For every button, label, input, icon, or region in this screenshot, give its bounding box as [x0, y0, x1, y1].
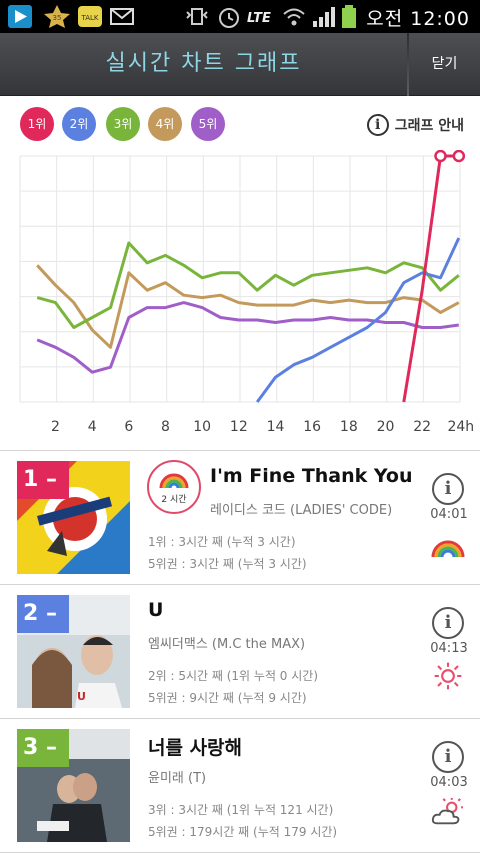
rank-1-marker [452, 150, 466, 163]
battery-icon [342, 5, 356, 28]
rank-chip-1[interactable]: 1위 [20, 107, 54, 141]
rank-chip-label: 5위 [198, 117, 218, 131]
vibrate-icon [186, 8, 208, 25]
x-tick-label: 2 [51, 419, 60, 435]
album-cover[interactable]: U 2 – [17, 595, 130, 708]
song-artist: 레이디스 코드 (LADIES' CODE) [210, 503, 393, 518]
song-stat-line-2: 5위권 : 9시간 째 (누적 9 시간) [148, 691, 307, 705]
x-tick-label: 4 [88, 419, 97, 435]
song-title: U [148, 599, 164, 621]
song-info-button[interactable]: i [432, 741, 464, 773]
close-button[interactable]: 닫기 [409, 33, 480, 96]
header-bar: 실시간 차트 그래프 닫기 [0, 33, 480, 96]
rank-chip-2[interactable]: 2위 [62, 107, 96, 141]
lte-label: LTE [247, 11, 271, 26]
page-title: 실시간 차트 그래프 [105, 51, 302, 76]
clock: 오전 12:00 [366, 8, 470, 30]
rank-line-chart: 2 4 6 8 10 12 14 16 18 20 22 24h [19, 150, 474, 435]
song-stat-line-1: 2위 : 5시간 째 (1위 누적 0 시간) [148, 669, 319, 683]
graph-guide-button[interactable]: i 그래프 안내 [366, 113, 464, 137]
rainbow-badge: 2 시간 [147, 460, 201, 514]
chart-grid [19, 155, 461, 403]
rank-number: 3 [23, 735, 39, 760]
x-tick-label: 8 [161, 419, 170, 435]
rank-badge: 2 – [17, 595, 69, 633]
mail-icon [110, 8, 134, 25]
song-duration: 04:01 [430, 507, 468, 522]
rank-1-marker [434, 150, 447, 163]
song-row-1[interactable]: 1 – 2 시간 I'm Fine Thank You 레이디스 코드 (LAD… [0, 451, 480, 585]
song-info-button[interactable]: i [432, 607, 464, 639]
svg-text:U: U [77, 690, 86, 703]
wifi-icon [283, 8, 305, 26]
lte-icon: LTE [247, 11, 271, 26]
song-row-3[interactable]: 3 – 너를 사랑해 윤미래 (T) 3위 : 3시간 째 (1위 누적 121… [0, 719, 480, 853]
rank-chip-label: 2위 [69, 117, 89, 131]
song-stat-line-2: 5위권 : 3시간 째 (누적 3 시간) [148, 557, 307, 571]
song-row-2[interactable]: U 2 – U 엠씨더맥스 (M.C the MAX) 2위 : 5시간 째 (… [0, 585, 480, 719]
song-stat-line-1: 1위 : 3시간 째 (누적 3 시간) [148, 535, 296, 549]
song-stat-line-1: 3위 : 3시간 째 (1위 누적 121 시간) [148, 803, 334, 817]
chart-lines [36, 150, 466, 403]
album-cover[interactable]: 1 – [17, 461, 130, 574]
rank-number: 1 [23, 467, 39, 492]
kakao-story-icon: 35 [44, 5, 70, 28]
app-play-icon [8, 5, 32, 28]
svg-text:35: 35 [53, 14, 62, 22]
song-info-button[interactable]: i [432, 473, 464, 505]
rank-chip-5[interactable]: 5위 [191, 107, 225, 141]
kakao-talk-icon: TALK [78, 6, 102, 27]
album-cover[interactable]: 3 – [17, 729, 130, 842]
song-duration: 04:13 [430, 641, 468, 656]
song-duration: 04:03 [430, 775, 468, 790]
rank-chip-4[interactable]: 4위 [148, 107, 182, 141]
rank-chip-label: 4위 [155, 117, 175, 131]
signal-icon [313, 7, 335, 27]
x-tick-label: 14 [267, 419, 285, 435]
x-tick-label: 16 [303, 419, 321, 435]
x-tick-label: 6 [124, 419, 133, 435]
sun-icon [434, 662, 462, 690]
status-bar: 35 TALK LTE 오전 12:00 [0, 0, 480, 33]
svg-text:TALK: TALK [80, 14, 98, 22]
info-icon: i [366, 114, 389, 136]
sun-cloud-icon [431, 797, 463, 825]
series-line-rank-3 [36, 241, 460, 329]
rank-number: 2 [23, 601, 39, 626]
graph-guide-label: 그래프 안내 [394, 118, 464, 134]
song-artist: 윤미래 (T) [148, 771, 207, 786]
rank-chip-label: 1위 [27, 117, 47, 131]
x-tick-label: 20 [377, 419, 395, 435]
song-title: I'm Fine Thank You [210, 465, 413, 487]
rank-badge: 3 – [17, 729, 69, 767]
rainbow-icon [159, 473, 189, 489]
alarm-icon [219, 8, 239, 28]
song-title: 너를 사랑해 [148, 737, 243, 759]
rank-badge: 1 – [17, 461, 69, 499]
x-tick-label: 18 [340, 419, 358, 435]
rainbow-icon [431, 540, 465, 558]
rank-chip-3[interactable]: 3위 [106, 107, 140, 141]
rainbow-badge-label: 2 시간 [161, 495, 187, 505]
song-artist: 엠씨더맥스 (M.C the MAX) [148, 637, 306, 652]
x-tick-label: 24h [447, 419, 474, 435]
chart-x-ticks: 2 4 6 8 10 12 14 16 18 20 22 24h [51, 419, 474, 435]
x-tick-label: 22 [413, 419, 431, 435]
x-tick-label: 12 [230, 419, 248, 435]
series-line-rank-4 [36, 264, 460, 349]
x-tick-label: 10 [193, 419, 211, 435]
rank-chip-label: 3위 [113, 117, 133, 131]
song-stat-line-2: 5위권 : 179시간 째 (누적 179 시간) [148, 825, 338, 839]
